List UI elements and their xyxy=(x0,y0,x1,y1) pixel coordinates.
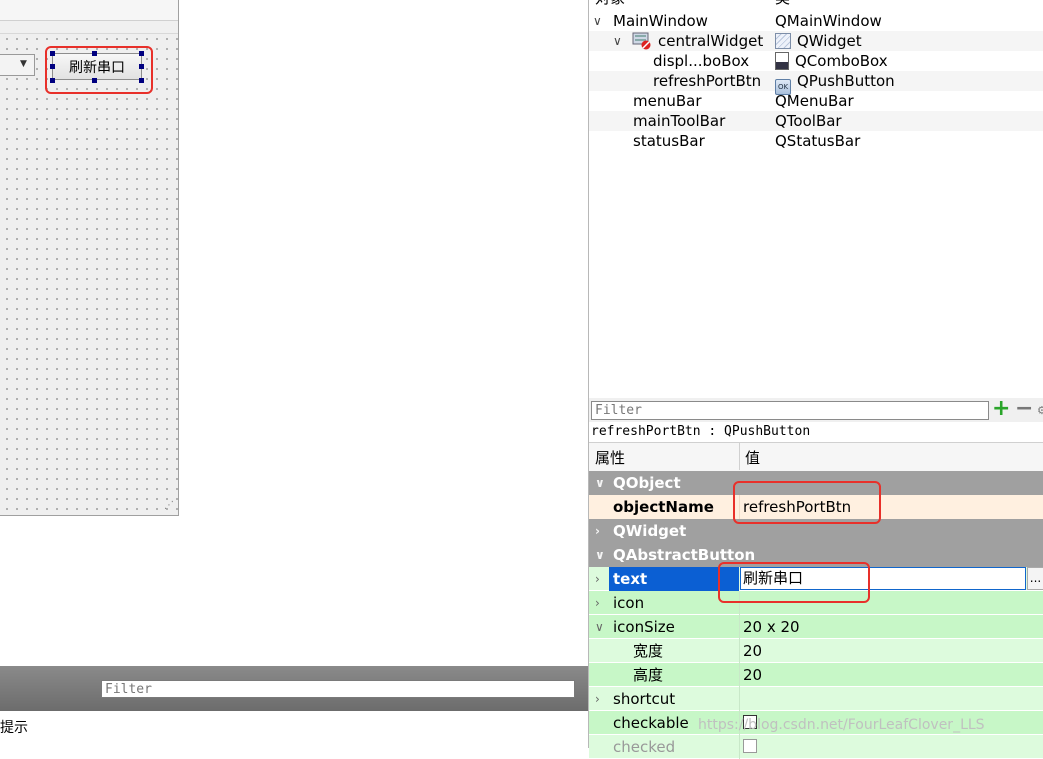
tree-class-name: QMainWindow xyxy=(775,12,882,30)
prop-name: icon xyxy=(613,594,645,612)
tree-row-menubar[interactable]: menuBar QMenuBar xyxy=(589,91,1043,111)
tree-object-name: mainToolBar xyxy=(633,112,726,130)
selected-object-class: refreshPortBtn : QPushButton xyxy=(591,424,811,439)
wrench-icon[interactable]: ⚙ xyxy=(1037,404,1043,417)
right-dock: 对象 类 ∨ MainWindow QMainWindow ∨ centralW… xyxy=(588,0,1043,759)
tree-row-statusbar[interactable]: statusBar QStatusBar xyxy=(589,131,1043,151)
prop-name: iconSize xyxy=(613,618,675,636)
tree-class-name: QToolBar xyxy=(775,112,842,130)
group-label: QObject xyxy=(613,474,681,492)
display-combobox[interactable]: ▼ xyxy=(0,54,35,76)
column-object: 对象 xyxy=(595,0,625,8)
cell-separator xyxy=(739,663,740,687)
add-property-button[interactable]: + xyxy=(992,398,1010,420)
form-toolbar[interactable] xyxy=(0,21,178,34)
prop-iconsize-width[interactable]: 宽度 20 xyxy=(589,639,1043,663)
chevron-right-icon[interactable]: › xyxy=(595,687,600,711)
tree-class-name: QWidget xyxy=(797,32,862,50)
chevron-right-icon[interactable]: › xyxy=(595,519,600,543)
tree-object-name: menuBar xyxy=(633,92,702,110)
column-property: 属性 xyxy=(595,449,626,467)
prop-name: text xyxy=(613,570,648,588)
group-label: QWidget xyxy=(613,522,687,540)
prop-name: 高度 xyxy=(633,666,664,684)
column-class: 类 xyxy=(775,0,790,8)
tree-row-maintoolbar[interactable]: mainToolBar QToolBar xyxy=(589,111,1043,131)
tree-class-name: QStatusBar xyxy=(775,132,861,150)
resize-grip-icon[interactable]: ⋰ xyxy=(164,500,174,511)
column-value: 值 xyxy=(745,449,761,467)
tree-class-name: QComboBox xyxy=(795,52,888,70)
chevron-down-icon[interactable]: ∨ xyxy=(595,615,604,639)
widget-icon xyxy=(775,33,791,49)
text-more-button[interactable]: ... xyxy=(1027,567,1043,590)
tree-class-name: QPushButton xyxy=(797,72,895,90)
tree-class-name: QMenuBar xyxy=(775,92,854,110)
combobox-icon xyxy=(775,52,789,70)
chevron-right-icon[interactable]: › xyxy=(595,567,600,591)
bottom-filter-input[interactable]: Filter xyxy=(101,680,575,698)
prop-shortcut[interactable]: › shortcut xyxy=(589,687,1043,711)
bottom-panel-text: 提示 xyxy=(0,720,28,736)
cell-separator xyxy=(739,735,740,759)
cell-separator xyxy=(739,687,740,711)
prop-iconsize[interactable]: ∨ iconSize 20 x 20 xyxy=(589,615,1043,639)
prop-name: checked xyxy=(613,738,676,756)
prop-iconsize-height[interactable]: 高度 20 xyxy=(589,663,1043,687)
tree-row-combobox[interactable]: displ...boBox QComboBox xyxy=(589,51,1043,71)
remove-property-button[interactable]: − xyxy=(1015,398,1033,420)
object-inspector-header: 对象 类 xyxy=(589,0,1043,8)
layout-broken-icon xyxy=(632,32,652,50)
prop-name: checkable xyxy=(613,714,689,732)
form-menubar[interactable] xyxy=(0,0,178,21)
chevron-right-icon[interactable]: › xyxy=(595,591,600,615)
chevron-down-icon: ▼ xyxy=(20,59,27,69)
tree-row-mainwindow[interactable]: ∨ MainWindow QMainWindow xyxy=(589,11,1043,31)
prop-value[interactable]: 20 xyxy=(743,663,762,687)
highlight-box-objectname xyxy=(733,481,881,524)
highlight-box-button xyxy=(45,46,153,94)
tree-object-name: refreshPortBtn xyxy=(653,72,762,90)
prop-name: objectName xyxy=(613,498,714,516)
tree-object-name: statusBar xyxy=(633,132,705,150)
highlight-box-text xyxy=(718,562,870,603)
prop-name: 宽度 xyxy=(633,642,664,660)
prop-value[interactable]: 20 xyxy=(743,639,762,663)
watermark: https://blog.csdn.net/FourLeafClover_LLS xyxy=(698,717,985,733)
checked-checkbox[interactable] xyxy=(743,739,757,753)
prop-value[interactable]: 20 x 20 xyxy=(743,615,800,639)
chevron-down-icon[interactable]: ∨ xyxy=(613,31,622,51)
prop-name: shortcut xyxy=(613,690,676,708)
cell-separator xyxy=(739,615,740,639)
chevron-down-icon[interactable]: ∨ xyxy=(593,11,602,31)
property-filter-input[interactable]: Filter xyxy=(591,401,989,420)
chevron-down-icon[interactable]: ∨ xyxy=(595,543,605,567)
prop-checked[interactable]: checked xyxy=(589,735,1043,759)
header-separator xyxy=(739,442,740,470)
tree-object-name: centralWidget xyxy=(658,32,764,50)
property-table-header: 属性 值 xyxy=(589,442,1043,472)
cell-separator xyxy=(739,639,740,663)
tree-row-refreshportbtn[interactable]: refreshPortBtn OK QPushButton xyxy=(589,71,1043,95)
tree-row-centralwidget[interactable]: ∨ centralWidget QWidget xyxy=(589,31,1043,51)
tree-object-name: MainWindow xyxy=(613,12,708,30)
chevron-down-icon[interactable]: ∨ xyxy=(595,471,605,495)
tree-object-name: displ...boBox xyxy=(653,52,750,70)
